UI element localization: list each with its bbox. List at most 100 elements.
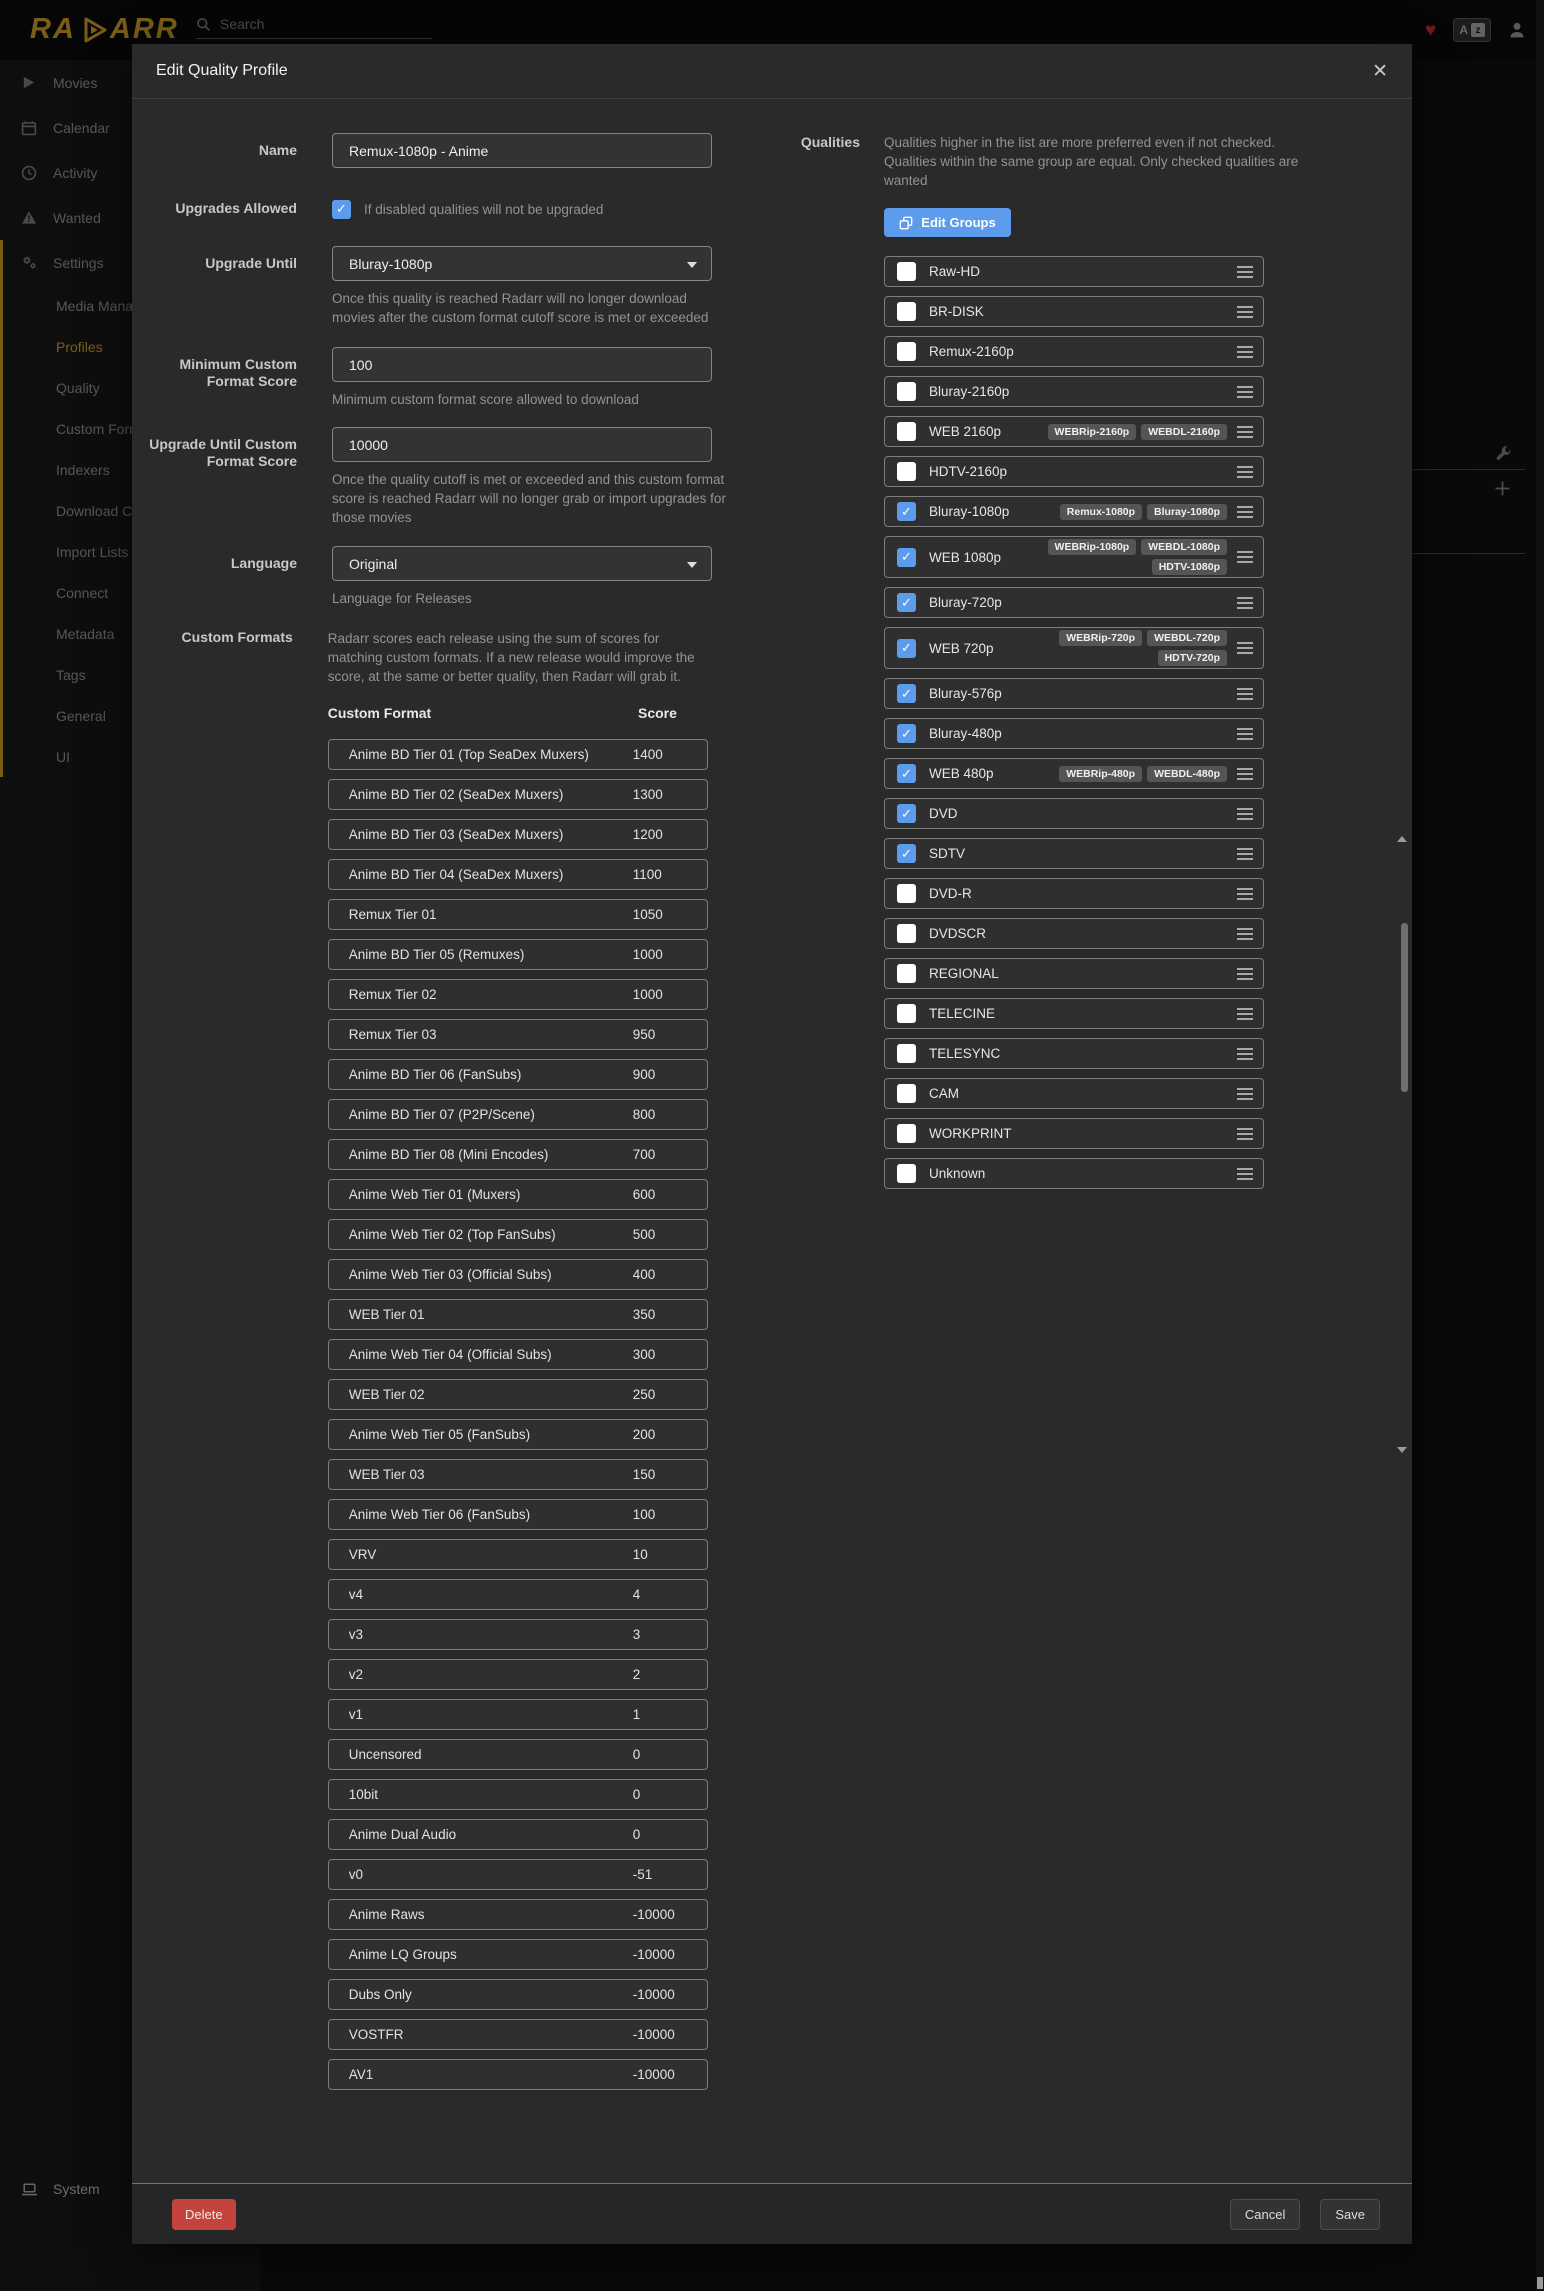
quality-checkbox-checked[interactable] bbox=[897, 724, 916, 743]
modal-footer: Delete Cancel Save bbox=[132, 2183, 1412, 2244]
upgrades-allowed-checkbox[interactable] bbox=[332, 200, 351, 219]
custom-format-row[interactable]: VRV10 bbox=[328, 1539, 708, 1570]
custom-format-row[interactable]: Anime Web Tier 05 (FanSubs)200 bbox=[328, 1419, 708, 1450]
custom-format-row[interactable]: WEB Tier 02250 bbox=[328, 1379, 708, 1410]
cancel-button[interactable]: Cancel bbox=[1230, 2199, 1300, 2230]
drag-handle-icon[interactable] bbox=[1237, 728, 1253, 740]
drag-handle-icon[interactable] bbox=[1237, 506, 1253, 518]
custom-format-row[interactable]: v22 bbox=[328, 1659, 708, 1690]
custom-format-row[interactable]: Anime BD Tier 08 (Mini Encodes)700 bbox=[328, 1139, 708, 1170]
custom-format-row[interactable]: VOSTFR-10000 bbox=[328, 2019, 708, 2050]
page-scrollbar-thumb[interactable] bbox=[1537, 2277, 1543, 2289]
quality-name: HDTV-2160p bbox=[929, 464, 1007, 479]
page-scrollbar[interactable] bbox=[1536, 0, 1544, 2291]
quality-checkbox-unchecked[interactable] bbox=[897, 422, 916, 441]
custom-format-row[interactable]: v0-51 bbox=[328, 1859, 708, 1890]
quality-checkbox-unchecked[interactable] bbox=[897, 884, 916, 903]
quality-checkbox-unchecked[interactable] bbox=[897, 964, 916, 983]
custom-format-row[interactable]: Anime BD Tier 05 (Remuxes)1000 bbox=[328, 939, 708, 970]
custom-format-row[interactable]: Anime Web Tier 02 (Top FanSubs)500 bbox=[328, 1219, 708, 1250]
quality-checkbox-unchecked[interactable] bbox=[897, 342, 916, 361]
custom-format-row[interactable]: Anime BD Tier 07 (P2P/Scene)800 bbox=[328, 1099, 708, 1130]
delete-button[interactable]: Delete bbox=[172, 2199, 236, 2230]
quality-checkbox-unchecked[interactable] bbox=[897, 1084, 916, 1103]
custom-format-row[interactable]: AV1-10000 bbox=[328, 2059, 708, 2090]
drag-handle-icon[interactable] bbox=[1237, 968, 1253, 980]
drag-handle-icon[interactable] bbox=[1237, 1008, 1253, 1020]
custom-format-row[interactable]: Anime Web Tier 03 (Official Subs)400 bbox=[328, 1259, 708, 1290]
modal-scrollbar-thumb[interactable] bbox=[1401, 923, 1408, 1092]
quality-checkbox-unchecked[interactable] bbox=[897, 1164, 916, 1183]
custom-format-row[interactable]: Remux Tier 021000 bbox=[328, 979, 708, 1010]
quality-checkbox-checked[interactable] bbox=[897, 593, 916, 612]
drag-handle-icon[interactable] bbox=[1237, 386, 1253, 398]
drag-handle-icon[interactable] bbox=[1237, 768, 1253, 780]
custom-format-row[interactable]: Anime LQ Groups-10000 bbox=[328, 1939, 708, 1970]
drag-handle-icon[interactable] bbox=[1237, 808, 1253, 820]
edit-groups-button[interactable]: Edit Groups bbox=[884, 208, 1011, 237]
quality-checkbox-unchecked[interactable] bbox=[897, 1004, 916, 1023]
drag-handle-icon[interactable] bbox=[1237, 1048, 1253, 1060]
quality-checkbox-unchecked[interactable] bbox=[897, 302, 916, 321]
quality-checkbox-unchecked[interactable] bbox=[897, 382, 916, 401]
custom-format-score: 0 bbox=[633, 1827, 707, 1842]
custom-format-row[interactable]: Remux Tier 03950 bbox=[328, 1019, 708, 1050]
drag-handle-icon[interactable] bbox=[1237, 888, 1253, 900]
custom-format-row[interactable]: Uncensored0 bbox=[328, 1739, 708, 1770]
custom-format-row[interactable]: Anime BD Tier 06 (FanSubs)900 bbox=[328, 1059, 708, 1090]
quality-checkbox-unchecked[interactable] bbox=[897, 1124, 916, 1143]
custom-format-row[interactable]: Dubs Only-10000 bbox=[328, 1979, 708, 2010]
custom-format-row[interactable]: Anime BD Tier 04 (SeaDex Muxers)1100 bbox=[328, 859, 708, 890]
language-select[interactable]: Original bbox=[332, 546, 712, 581]
modal-header: Edit Quality Profile ✕ bbox=[132, 44, 1412, 99]
custom-format-score: 1400 bbox=[633, 747, 707, 762]
upgrade-until-select[interactable]: Bluray-1080p bbox=[332, 246, 712, 281]
drag-handle-icon[interactable] bbox=[1237, 1088, 1253, 1100]
drag-handle-icon[interactable] bbox=[1237, 551, 1253, 563]
drag-handle-icon[interactable] bbox=[1237, 346, 1253, 358]
custom-format-row[interactable]: v11 bbox=[328, 1699, 708, 1730]
drag-handle-icon[interactable] bbox=[1237, 266, 1253, 278]
drag-handle-icon[interactable] bbox=[1237, 426, 1253, 438]
drag-handle-icon[interactable] bbox=[1237, 1168, 1253, 1180]
quality-checkbox-checked[interactable] bbox=[897, 548, 916, 567]
drag-handle-icon[interactable] bbox=[1237, 466, 1253, 478]
custom-format-row[interactable]: Anime Raws-10000 bbox=[328, 1899, 708, 1930]
quality-checkbox-unchecked[interactable] bbox=[897, 1044, 916, 1063]
custom-format-row[interactable]: Anime Web Tier 01 (Muxers)600 bbox=[328, 1179, 708, 1210]
profile-name-input[interactable] bbox=[332, 133, 712, 168]
drag-handle-icon[interactable] bbox=[1237, 597, 1253, 609]
custom-format-row[interactable]: Remux Tier 011050 bbox=[328, 899, 708, 930]
quality-checkbox-checked[interactable] bbox=[897, 844, 916, 863]
custom-format-row[interactable]: Anime Web Tier 04 (Official Subs)300 bbox=[328, 1339, 708, 1370]
quality-checkbox-checked[interactable] bbox=[897, 684, 916, 703]
quality-checkbox-checked[interactable] bbox=[897, 804, 916, 823]
quality-checkbox-unchecked[interactable] bbox=[897, 924, 916, 943]
custom-format-row[interactable]: Anime BD Tier 02 (SeaDex Muxers)1300 bbox=[328, 779, 708, 810]
quality-checkbox-unchecked[interactable] bbox=[897, 462, 916, 481]
drag-handle-icon[interactable] bbox=[1237, 688, 1253, 700]
quality-checkbox-checked[interactable] bbox=[897, 639, 916, 658]
min-custom-format-score-input[interactable] bbox=[332, 347, 712, 382]
close-icon[interactable]: ✕ bbox=[1372, 62, 1388, 81]
custom-format-row[interactable]: v33 bbox=[328, 1619, 708, 1650]
custom-format-row[interactable]: Anime Web Tier 06 (FanSubs)100 bbox=[328, 1499, 708, 1530]
custom-format-row[interactable]: WEB Tier 03150 bbox=[328, 1459, 708, 1490]
custom-format-row[interactable]: WEB Tier 01350 bbox=[328, 1299, 708, 1330]
save-button[interactable]: Save bbox=[1320, 2199, 1380, 2230]
quality-checkbox-unchecked[interactable] bbox=[897, 262, 916, 281]
upgrade-until-custom-format-score-input[interactable] bbox=[332, 427, 712, 462]
quality-checkbox-checked[interactable] bbox=[897, 502, 916, 521]
quality-checkbox-checked[interactable] bbox=[897, 764, 916, 783]
custom-format-row[interactable]: Anime BD Tier 03 (SeaDex Muxers)1200 bbox=[328, 819, 708, 850]
custom-format-row[interactable]: Anime BD Tier 01 (Top SeaDex Muxers)1400 bbox=[328, 739, 708, 770]
drag-handle-icon[interactable] bbox=[1237, 928, 1253, 940]
custom-format-score: 1050 bbox=[633, 907, 707, 922]
custom-format-row[interactable]: 10bit0 bbox=[328, 1779, 708, 1810]
drag-handle-icon[interactable] bbox=[1237, 642, 1253, 654]
drag-handle-icon[interactable] bbox=[1237, 848, 1253, 860]
custom-format-row[interactable]: v44 bbox=[328, 1579, 708, 1610]
drag-handle-icon[interactable] bbox=[1237, 1128, 1253, 1140]
drag-handle-icon[interactable] bbox=[1237, 306, 1253, 318]
custom-format-row[interactable]: Anime Dual Audio0 bbox=[328, 1819, 708, 1850]
